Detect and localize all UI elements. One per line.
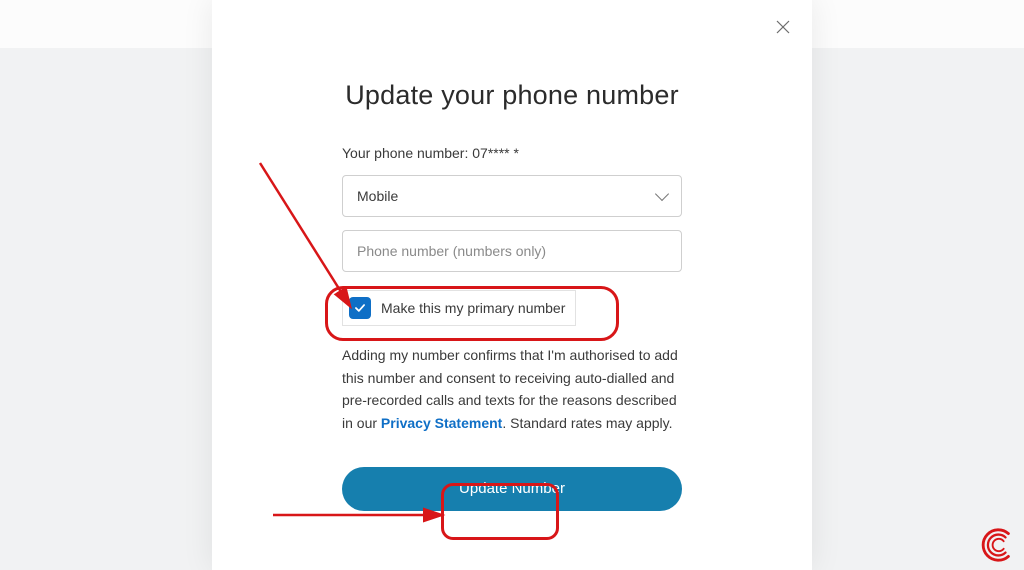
disclaimer-text: Adding my number confirms that I'm autho… bbox=[342, 344, 682, 435]
close-icon[interactable] bbox=[774, 18, 792, 36]
disclaimer-post: . Standard rates may apply. bbox=[502, 415, 672, 431]
privacy-statement-link[interactable]: Privacy Statement bbox=[381, 415, 502, 431]
chevron-down-icon bbox=[655, 187, 669, 201]
primary-number-label: Make this my primary number bbox=[381, 300, 565, 316]
corner-logo-icon bbox=[978, 526, 1016, 564]
masked-phone-label: Your phone number: 07**** * bbox=[342, 145, 682, 161]
update-number-button[interactable]: Update Number bbox=[342, 467, 682, 511]
phone-number-input[interactable] bbox=[342, 230, 682, 272]
primary-number-checkbox[interactable] bbox=[349, 297, 371, 319]
update-phone-modal: Update your phone number Your phone numb… bbox=[212, 0, 812, 570]
primary-number-row: Make this my primary number bbox=[342, 290, 576, 326]
phone-type-select[interactable]: Mobile bbox=[342, 175, 682, 217]
phone-type-value: Mobile bbox=[357, 188, 398, 204]
modal-title: Update your phone number bbox=[342, 80, 682, 111]
